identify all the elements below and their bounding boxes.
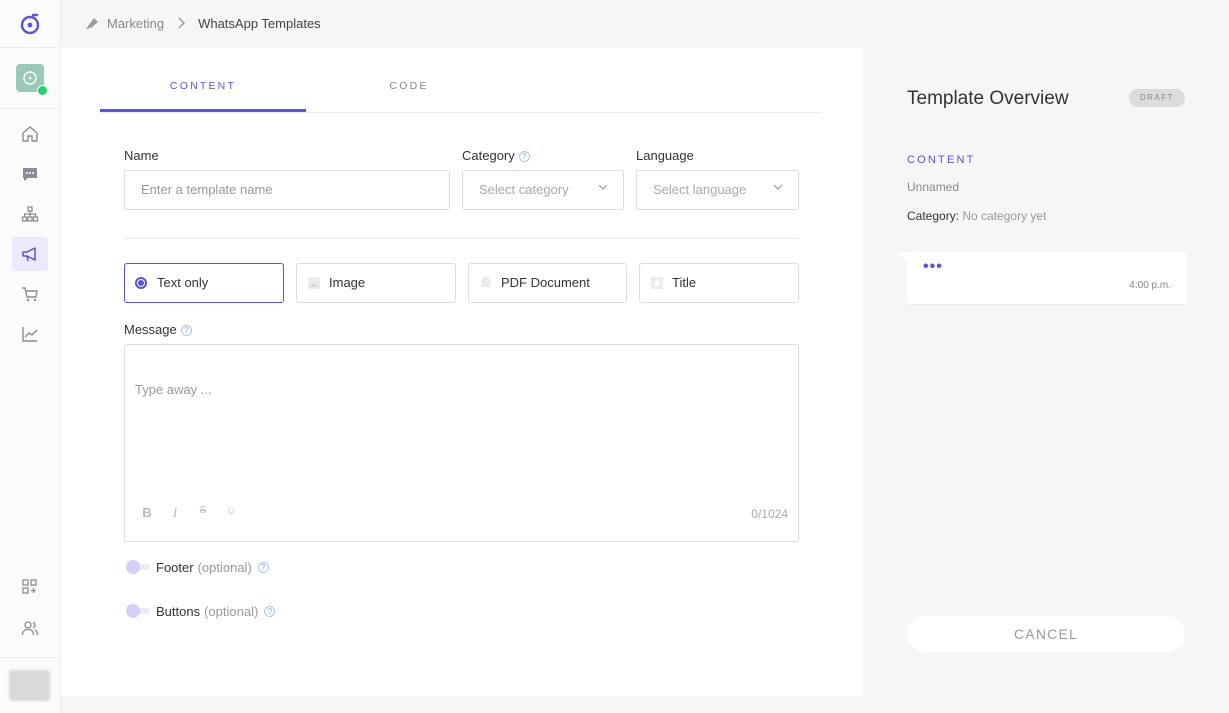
language-select-value: Select language bbox=[653, 182, 747, 197]
tab-bar: CONTENT CODE bbox=[100, 72, 822, 113]
help-icon[interactable]: ? bbox=[264, 605, 276, 617]
header-option-image[interactable]: Image bbox=[296, 263, 456, 303]
nav-team[interactable] bbox=[12, 611, 48, 645]
header-option-label: Title bbox=[672, 275, 697, 290]
name-label: Name bbox=[124, 148, 159, 163]
status-badge: DRAFT bbox=[1129, 89, 1185, 107]
nav-conversations[interactable] bbox=[12, 157, 48, 191]
breadcrumb: Marketing WhatsApp Templates bbox=[85, 14, 321, 32]
header-option-label: Image bbox=[329, 275, 366, 290]
message-placeholder: Type away ... bbox=[135, 382, 212, 397]
cancel-button[interactable]: CANCEL bbox=[907, 616, 1185, 652]
left-nav bbox=[0, 0, 61, 713]
title-icon bbox=[651, 277, 663, 289]
buttons-label: Buttons bbox=[156, 603, 201, 619]
overview-title: Template Overview bbox=[907, 88, 1069, 109]
nav-commerce[interactable] bbox=[12, 277, 48, 311]
message-timestamp: 4:00 p.m. bbox=[1129, 280, 1171, 291]
typing-indicator: ••• bbox=[923, 258, 943, 275]
format-toolbar: B I S ☺ bbox=[141, 505, 237, 521]
header-option-pdf[interactable]: PDF Document bbox=[468, 263, 627, 303]
nav-divider bbox=[0, 108, 61, 109]
apps-add-icon bbox=[22, 579, 37, 594]
document-icon bbox=[481, 277, 491, 287]
brand-logo-icon[interactable] bbox=[18, 12, 42, 36]
help-icon[interactable]: ? bbox=[257, 561, 269, 573]
category-label: Category? bbox=[462, 148, 530, 163]
home-icon bbox=[22, 126, 38, 142]
avatar[interactable] bbox=[9, 670, 50, 701]
buttons-toggle[interactable] bbox=[124, 604, 152, 618]
nav-marketing[interactable] bbox=[12, 237, 48, 271]
chart-line-icon bbox=[22, 327, 38, 342]
header-option-title[interactable]: Title bbox=[639, 263, 799, 303]
megaphone-icon bbox=[22, 247, 36, 262]
whatsapp-badge-icon bbox=[37, 85, 48, 96]
overview-template-name: Unnamed bbox=[907, 180, 960, 194]
nav-apps[interactable] bbox=[12, 570, 48, 604]
overview-category: Category: No category yet bbox=[907, 209, 1046, 223]
message-textarea[interactable]: Type away ... B I S ☺ 0/1024 bbox=[124, 344, 799, 542]
character-count: 0/1024 bbox=[751, 507, 788, 521]
optional-text: (optional) bbox=[204, 603, 259, 619]
marketing-icon bbox=[86, 18, 98, 30]
users-icon bbox=[21, 621, 39, 636]
overview-category-value: No category yet bbox=[962, 209, 1047, 223]
cart-icon bbox=[22, 287, 38, 302]
chevron-down-icon bbox=[598, 184, 608, 190]
image-icon bbox=[308, 277, 320, 289]
emoji-button[interactable]: ☺ bbox=[225, 505, 237, 521]
language-label: Language bbox=[636, 148, 694, 163]
footer-label: Footer bbox=[156, 559, 194, 575]
header-option-label: Text only bbox=[157, 275, 209, 290]
footer-toggle[interactable] bbox=[124, 560, 152, 574]
footer-toggle-row: Footer (optional) ? bbox=[124, 557, 269, 577]
message-label: Message? bbox=[124, 322, 192, 337]
breadcrumb-current: WhatsApp Templates bbox=[198, 15, 321, 31]
help-icon[interactable]: ? bbox=[518, 151, 530, 162]
language-select[interactable]: Select language bbox=[636, 170, 799, 210]
template-editor: CONTENT CODE Name Category? Language Ent… bbox=[61, 48, 863, 696]
chevron-right-icon bbox=[178, 17, 186, 29]
breadcrumb-marketing[interactable]: Marketing bbox=[107, 16, 164, 31]
buttons-toggle-row: Buttons (optional) ? bbox=[124, 601, 276, 621]
category-select-value: Select category bbox=[479, 182, 569, 197]
bold-button[interactable]: B bbox=[141, 505, 153, 521]
nav-divider bbox=[0, 657, 61, 658]
italic-button[interactable]: I bbox=[169, 505, 181, 521]
tab-code[interactable]: CODE bbox=[306, 72, 512, 112]
nav-divider bbox=[0, 47, 61, 48]
overview-category-label: Category: bbox=[907, 209, 960, 223]
divider bbox=[124, 238, 799, 239]
chat-icon bbox=[23, 168, 37, 181]
chat-bubble-icon bbox=[23, 71, 37, 85]
whatsapp-channel-icon[interactable] bbox=[16, 64, 48, 96]
nav-analytics[interactable] bbox=[12, 317, 48, 351]
nav-home[interactable] bbox=[12, 117, 48, 151]
name-field[interactable]: Enter a template name bbox=[124, 170, 450, 210]
chevron-down-icon bbox=[773, 184, 783, 190]
message-preview: ••• 4:00 p.m. bbox=[897, 252, 1187, 304]
nav-flows[interactable] bbox=[12, 197, 48, 231]
category-select[interactable]: Select category bbox=[462, 170, 624, 210]
overview-section-label: CONTENT bbox=[907, 154, 976, 166]
header-option-text-only[interactable]: Text only bbox=[124, 263, 284, 303]
sitemap-icon bbox=[21, 206, 39, 222]
optional-text: (optional) bbox=[197, 559, 252, 575]
help-icon[interactable]: ? bbox=[180, 325, 192, 336]
tab-content[interactable]: CONTENT bbox=[100, 72, 306, 112]
strikethrough-button[interactable]: S bbox=[197, 505, 209, 521]
header-option-label: PDF Document bbox=[501, 275, 590, 290]
radio-selected-icon bbox=[135, 277, 147, 289]
